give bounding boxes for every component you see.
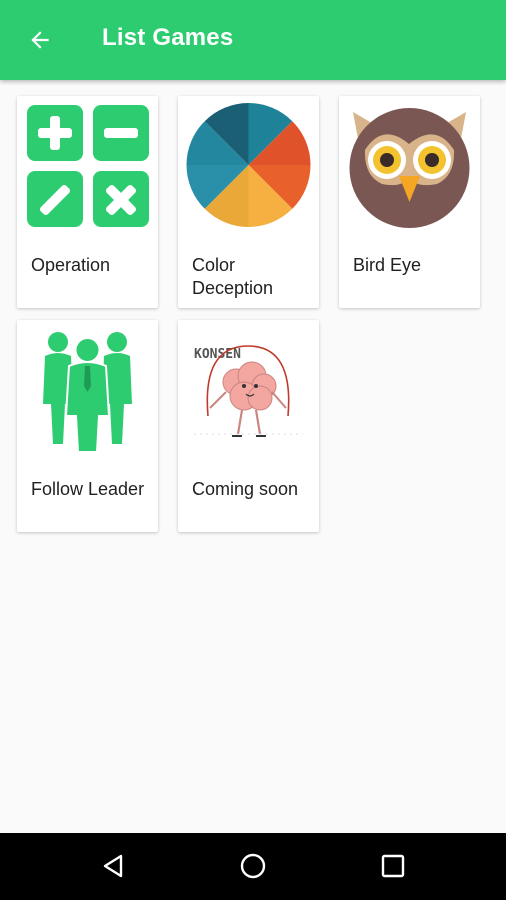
page-title: List Games — [102, 24, 234, 51]
nav-back-button[interactable] — [88, 843, 138, 889]
nav-recents-button[interactable] — [368, 843, 418, 889]
square-recents-icon — [381, 854, 405, 878]
arrow-left-icon — [31, 31, 49, 49]
triangle-back-icon — [103, 854, 123, 878]
game-label: Color Deception — [192, 255, 274, 298]
group-leader-icon — [43, 332, 132, 452]
game-label: Follow Leader — [31, 479, 145, 499]
math-operations-icon — [27, 105, 149, 227]
game-label: Coming soon — [192, 479, 299, 499]
game-label: Operation — [31, 255, 111, 275]
owl-icon — [349, 108, 470, 228]
back-button[interactable] — [18, 20, 62, 60]
circle-home-icon — [240, 853, 266, 879]
game-card-color-deception[interactable]: Color Deception — [178, 96, 319, 308]
color-wheel-icon — [186, 103, 311, 227]
game-card-follow-leader[interactable]: Follow Leader — [17, 320, 158, 532]
nav-home-button[interactable] — [228, 843, 278, 889]
game-label: Bird Eye — [353, 255, 422, 275]
app-bar: List Games — [0, 0, 506, 80]
system-nav-bar — [0, 833, 506, 900]
game-card-coming-soon[interactable]: KONSEN Coming soon — [178, 320, 319, 532]
brain-jump-rope-icon: KONSEN — [194, 345, 303, 437]
game-card-bird-eye[interactable]: Bird Eye — [339, 96, 480, 308]
game-card-operation[interactable]: Operation — [17, 96, 158, 308]
